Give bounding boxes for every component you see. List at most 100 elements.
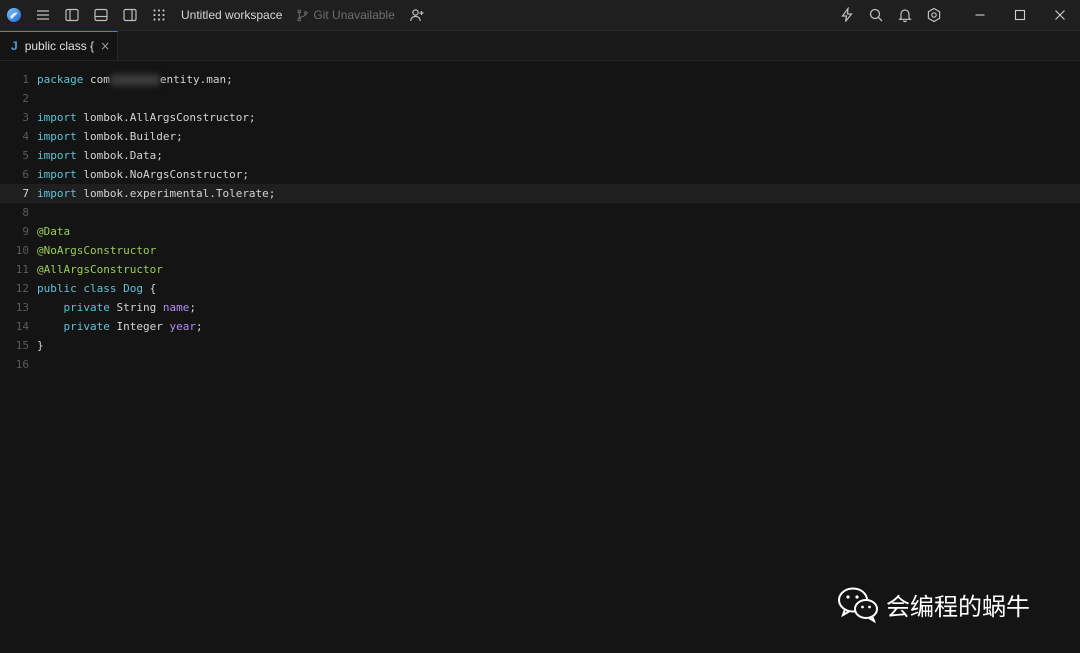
app-logo-icon[interactable]: [0, 0, 28, 30]
right-panel-icon[interactable]: [115, 0, 144, 30]
keyword-token: import: [37, 187, 77, 200]
keyword-token: import: [37, 168, 77, 181]
watermark: 会编程的蜗牛: [836, 584, 1030, 624]
bottom-panel-icon[interactable]: [86, 0, 115, 30]
redacted-text: [109, 74, 160, 86]
code-line[interactable]: 5 import lombok.Data;: [0, 146, 1080, 165]
code-token: com: [83, 73, 110, 86]
line-number: 14: [15, 320, 29, 333]
line-number: 8: [22, 206, 29, 219]
lightning-icon[interactable]: [832, 0, 861, 30]
code-line[interactable]: 15}: [0, 336, 1080, 355]
maximize-button[interactable]: [1000, 0, 1040, 30]
variable-token: name: [162, 301, 190, 314]
menu-icon[interactable]: [28, 0, 57, 30]
annotation-token: @Data: [37, 225, 71, 238]
code-line[interactable]: 12 public class Dog {: [0, 279, 1080, 298]
line-number: 16: [15, 358, 29, 371]
code-token: {: [143, 282, 157, 295]
code-text: public class Dog {: [37, 282, 156, 295]
line-number: 9: [22, 225, 29, 238]
code-text: import lombok.Builder;: [37, 130, 183, 143]
tab-title: public class {: [24, 39, 95, 53]
git-branch-icon: [297, 9, 308, 21]
code-text: import lombok.Data;: [37, 149, 163, 162]
code-line[interactable]: 1 package com entity.man;: [0, 70, 1080, 89]
code-text: import lombok.NoArgsConstructor;: [37, 168, 249, 181]
apps-grid-icon[interactable]: [144, 0, 173, 30]
line-number: 6: [22, 168, 29, 181]
code-text: private Integer year;: [37, 320, 203, 333]
code-text: package com entity.man;: [37, 73, 233, 86]
code-line[interactable]: 2: [0, 89, 1080, 108]
line-number: 11: [15, 263, 29, 276]
minimize-icon: [975, 14, 985, 16]
code-token: String: [109, 301, 163, 314]
code-token: lombok.experimental.Tolerate;: [76, 187, 276, 200]
java-file-icon: J: [11, 39, 18, 53]
maximize-icon: [1014, 9, 1026, 21]
line-number: 1: [22, 73, 29, 86]
code-token: lombok.AllArgsConstructor;: [76, 111, 256, 124]
line-number: 5: [22, 149, 29, 162]
tab-close-icon[interactable]: ×: [100, 39, 110, 53]
code-line[interactable]: 8: [0, 203, 1080, 222]
code-line[interactable]: 11 @AllArgsConstructor: [0, 260, 1080, 279]
line-number: 7: [22, 187, 29, 200]
code-token: entity.man;: [159, 73, 233, 86]
line-number: 4: [22, 130, 29, 143]
keyword-token: import: [37, 111, 77, 124]
title-bar-actions: [832, 0, 1080, 30]
code-editor[interactable]: 1 package com entity.man; 2 3 import lombok.A…: [0, 61, 1080, 653]
title-bar: Untitled workspace Git Unavailable: [0, 0, 1080, 31]
watermark-text: 会编程的蜗牛: [886, 592, 1030, 621]
bell-icon[interactable]: [890, 0, 919, 30]
code-line[interactable]: 6 import lombok.NoArgsConstructor;: [0, 165, 1080, 184]
code-line[interactable]: 9 @Data: [0, 222, 1080, 241]
line-number: 3: [22, 111, 29, 124]
search-icon[interactable]: [861, 0, 890, 30]
settings-icon[interactable]: [919, 0, 948, 30]
variable-token: year: [169, 320, 196, 333]
keyword-token: Dog: [123, 282, 143, 295]
code-token: lombok.Data;: [76, 149, 163, 162]
code-line[interactable]: 10 @NoArgsConstructor: [0, 241, 1080, 260]
keyword-token: package: [37, 73, 84, 86]
code-token: Integer: [109, 320, 170, 333]
code-text: import lombok.experimental.Tolerate;: [37, 187, 275, 200]
add-collaborator-icon[interactable]: [403, 0, 432, 30]
code-line[interactable]: 7 import lombok.experimental.Tolerate;: [0, 184, 1080, 203]
git-status[interactable]: Git Unavailable: [296, 8, 395, 22]
code-text: @AllArgsConstructor: [37, 263, 163, 276]
tab-public-class[interactable]: J public class { ×: [0, 31, 118, 60]
annotation-token: @AllArgsConstructor: [37, 263, 163, 276]
keyword-token: private: [63, 320, 110, 333]
close-window-button[interactable]: [1040, 0, 1080, 30]
close-icon: [1055, 10, 1065, 20]
code-text: @Data: [37, 225, 70, 238]
code-line[interactable]: 16: [0, 355, 1080, 374]
git-status-label: Git Unavailable: [313, 8, 395, 22]
keyword-token: import: [37, 149, 77, 162]
code-line[interactable]: 4 import lombok.Builder;: [0, 127, 1080, 146]
code-text: @NoArgsConstructor: [37, 244, 156, 257]
code-token: ;: [195, 320, 203, 333]
code-text: }: [37, 339, 44, 352]
wechat-logo-icon: [838, 587, 878, 624]
code-token: }: [37, 339, 44, 352]
code-line[interactable]: 3 import lombok.AllArgsConstructor;: [0, 108, 1080, 127]
minimize-button[interactable]: [960, 0, 1000, 30]
line-number: 15: [15, 339, 29, 352]
line-number: 2: [22, 92, 29, 105]
left-panel-icon[interactable]: [57, 0, 86, 30]
workspace-title[interactable]: Untitled workspace: [181, 8, 282, 22]
keyword-token: class: [83, 282, 117, 295]
code-line[interactable]: 13 private String name;: [0, 298, 1080, 317]
code-text: private String name;: [37, 301, 196, 314]
code-text: import lombok.AllArgsConstructor;: [37, 111, 256, 124]
line-number: 13: [15, 301, 29, 314]
annotation-token: @NoArgsConstructor: [37, 244, 157, 257]
code-line[interactable]: 14 private Integer year;: [0, 317, 1080, 336]
keyword-token: private: [63, 301, 110, 314]
